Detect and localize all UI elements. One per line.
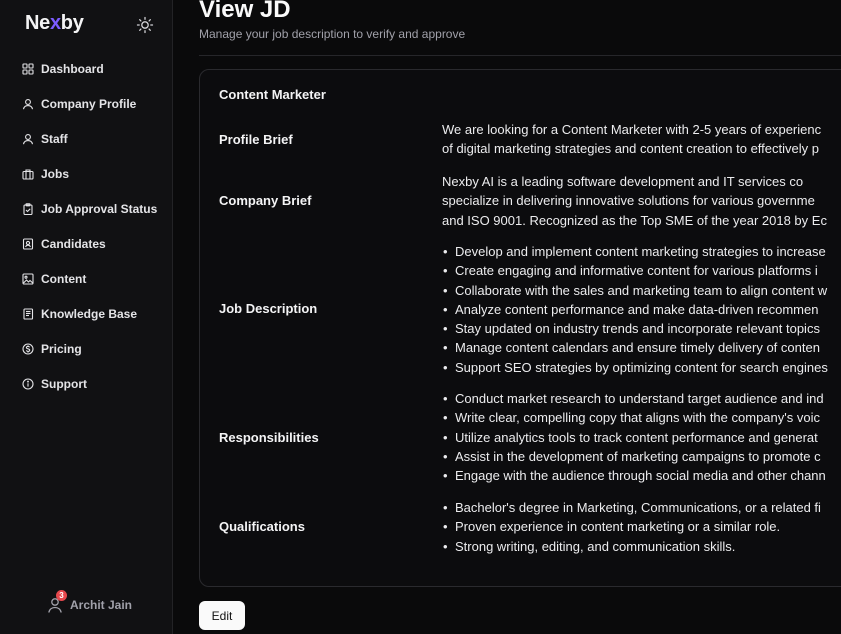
list-item: Support SEO strategies by optimizing con… <box>442 358 841 377</box>
responsibilities-label: Responsibilities <box>219 430 319 445</box>
info-icon <box>22 377 34 390</box>
jd-card: Content Marketer Profile Brief We are lo… <box>199 69 841 587</box>
list-item: Assist in the development of marketing c… <box>442 447 841 467</box>
list-item: Create engaging and informative content … <box>442 261 841 281</box>
list-item: Manage content calendars and ensure time… <box>442 338 841 358</box>
qualifications-list: Bachelor's degree in Marketing, Communic… <box>442 498 841 556</box>
header-divider <box>199 55 841 56</box>
profile-brief-text: We are looking for a Content Marketer wi… <box>442 120 841 159</box>
dashboard-icon <box>22 62 34 75</box>
text-line: specialize in delivering innovative solu… <box>442 193 815 209</box>
sidebar-item-label: Job Approval Status <box>41 201 158 216</box>
sidebar-item-company-profile[interactable]: Company Profile <box>0 86 172 121</box>
job-description-label: Job Description <box>219 301 318 316</box>
sidebar-item-label: Dashboard <box>41 61 104 76</box>
list-item: Bachelor's degree in Marketing, Communic… <box>442 498 841 518</box>
list-item: Utilize analytics tools to track content… <box>442 428 841 448</box>
sidebar-item-knowledge-base[interactable]: Knowledge Base <box>0 296 172 331</box>
sidebar-item-staff[interactable]: Staff <box>0 121 172 156</box>
sidebar-item-job-approval-status[interactable]: Job Approval Status <box>0 191 172 226</box>
sidebar-item-label: Candidates <box>41 236 106 251</box>
sidebar-item-candidates[interactable]: Candidates <box>0 226 172 261</box>
main-content: View JD Manage your job description to v… <box>173 0 841 634</box>
sidebar-item-label: Pricing <box>41 341 82 356</box>
user-profile[interactable]: 3 Archit Jain <box>46 590 133 614</box>
company-brief-text: Nexby AI is a leading software developme… <box>442 172 841 230</box>
briefcase-icon <box>22 168 34 180</box>
page-title: View JD <box>199 0 291 23</box>
company-brief-label: Company Brief <box>219 193 312 208</box>
edit-button[interactable]: Edit <box>199 601 245 630</box>
brand-prefix: Ne <box>25 12 50 34</box>
user-name: Archit Jain <box>70 598 133 612</box>
sun-icon[interactable] <box>136 16 154 34</box>
sidebar-item-label: Jobs <box>41 166 70 181</box>
list-item: Conduct market research to understand ta… <box>442 389 841 409</box>
sidebar-item-content[interactable]: Content <box>0 261 172 296</box>
list-item: Strong writing, editing, and communicati… <box>442 537 841 556</box>
responsibilities-list: Conduct market research to understand ta… <box>442 389 841 485</box>
notification-badge: 3 <box>56 590 67 601</box>
text-line: of digital marketing strategies and cont… <box>442 141 819 157</box>
sidebar-item-label: Company Profile <box>41 96 137 111</box>
sidebar-item-label: Staff <box>41 131 68 146</box>
brand-suffix: by <box>60 12 84 34</box>
list-item: Write clear, compelling copy that aligns… <box>442 408 841 428</box>
list-item: Engage with the audience through social … <box>442 466 841 485</box>
text-line: Nexby AI is a leading software developme… <box>442 174 804 189</box>
sidebar-nav: Dashboard Company Profile Staff Jobs Job… <box>0 51 172 401</box>
avatar: 3 <box>46 590 67 614</box>
list-item: Stay updated on industry trends and inco… <box>442 319 841 339</box>
sidebar-item-dashboard[interactable]: Dashboard <box>0 51 172 86</box>
brand-logo[interactable]: Nexby <box>25 12 84 35</box>
profile-brief-label: Profile Brief <box>219 132 293 147</box>
user-icon <box>22 98 34 110</box>
sidebar-item-jobs[interactable]: Jobs <box>0 156 172 191</box>
sidebar-item-label: Knowledge Base <box>41 306 138 321</box>
id-badge-icon <box>22 237 34 250</box>
brand-accent: x <box>49 12 61 34</box>
job-title: Content Marketer <box>219 87 326 102</box>
image-icon <box>22 272 34 285</box>
list-item: Develop and implement content marketing … <box>442 242 841 262</box>
job-description-list: Develop and implement content marketing … <box>442 242 841 377</box>
sidebar-item-label: Content <box>41 271 87 286</box>
dollar-circle-icon <box>22 342 34 355</box>
sidebar-item-pricing[interactable]: Pricing <box>0 331 172 366</box>
book-icon <box>22 307 34 320</box>
list-item: Analyze content performance and make dat… <box>442 300 841 320</box>
qualifications-label: Qualifications <box>219 519 305 534</box>
text-line: We are looking for a Content Marketer wi… <box>442 122 822 137</box>
user-icon <box>22 133 34 145</box>
list-item: Proven experience in content marketing o… <box>442 517 841 537</box>
sidebar-item-label: Support <box>41 376 87 391</box>
page-subtitle: Manage your job description to verify an… <box>199 27 466 41</box>
list-item: Collaborate with the sales and marketing… <box>442 281 841 301</box>
sidebar: Nexby Dashboard Company Profile Staff Jo… <box>0 0 173 634</box>
sidebar-item-support[interactable]: Support <box>0 366 172 401</box>
clipboard-check-icon <box>22 202 34 215</box>
text-line: and ISO 9001. Recognized as the Top SME … <box>442 212 827 228</box>
